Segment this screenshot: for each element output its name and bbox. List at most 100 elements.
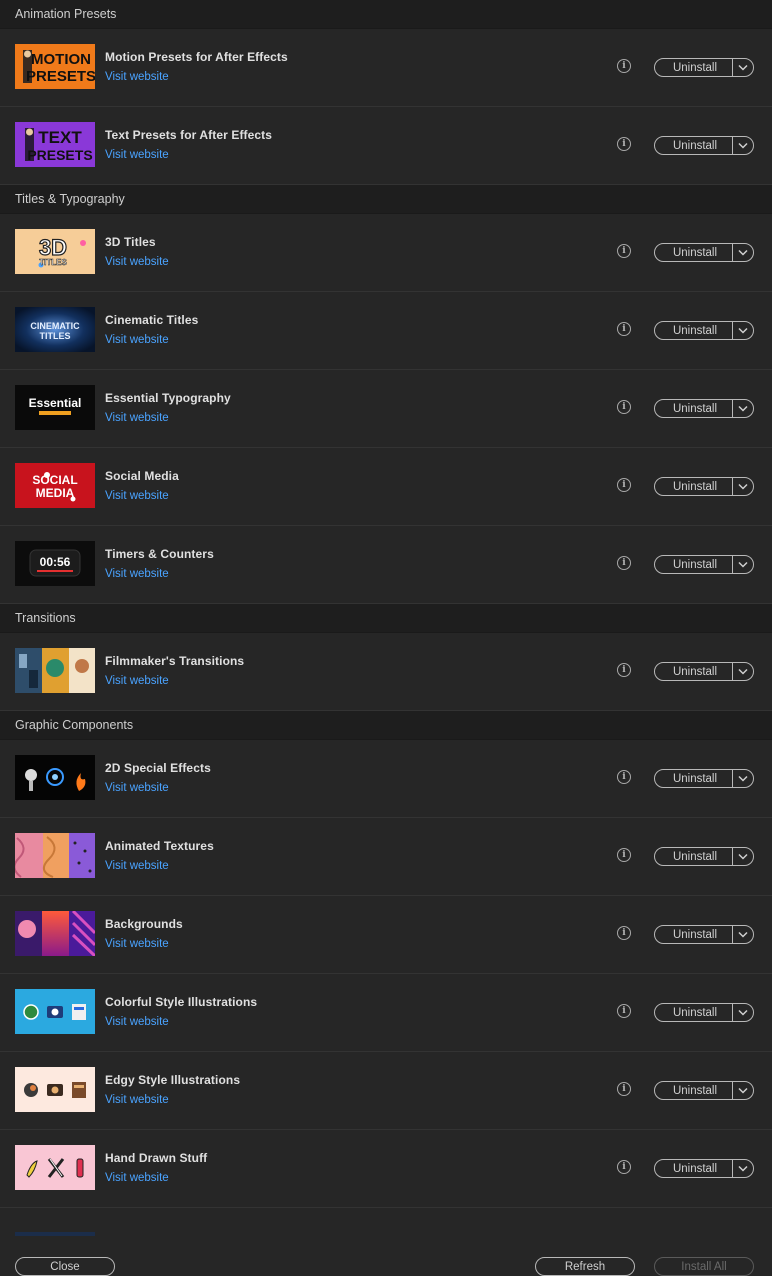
- extension-item-cinematic-titles: CINEMATIC TITLES Cinematic Titles Visit …: [0, 292, 772, 370]
- chevron-down-icon[interactable]: [732, 400, 753, 417]
- uninstall-button[interactable]: Uninstall: [655, 556, 732, 573]
- install-all-button: Install All: [654, 1257, 754, 1276]
- item-title: Motion Presets for After Effects: [105, 50, 288, 64]
- uninstall-button[interactable]: Uninstall: [655, 1004, 732, 1021]
- info-icon[interactable]: i: [617, 663, 631, 677]
- chevron-down-icon[interactable]: [732, 1082, 753, 1099]
- visit-website-link[interactable]: Visit website: [105, 256, 169, 268]
- section-header: Graphic Components: [0, 711, 772, 740]
- uninstall-button[interactable]: Uninstall: [655, 59, 732, 76]
- item-title: Social Media: [105, 469, 179, 483]
- item-title: Hand Drawn Stuff: [105, 1151, 208, 1165]
- info-icon[interactable]: i: [617, 1004, 631, 1018]
- item-title: Colorful Style Illustrations: [105, 995, 258, 1009]
- thumb-text-line-1: CINEMATIC: [30, 321, 80, 331]
- item-title: Cinematic Titles: [105, 313, 199, 327]
- uninstall-button[interactable]: Uninstall: [655, 1160, 732, 1177]
- info-icon[interactable]: i: [617, 478, 631, 492]
- info-icon[interactable]: i: [617, 1082, 631, 1096]
- thumb-text-line-1: 3D: [39, 235, 67, 260]
- visit-website-link[interactable]: Visit website: [105, 334, 198, 346]
- extension-item-text-presets: TEXT PRESETS Text Presets for After Effe…: [0, 107, 772, 185]
- thumbnail-motion-presets: MOTION PRESETS: [15, 44, 95, 89]
- extension-item-colorful-illustrations: Colorful Style Illustrations Visit websi…: [0, 974, 772, 1052]
- chevron-down-icon[interactable]: [732, 1004, 753, 1021]
- visit-website-link[interactable]: Visit website: [105, 1172, 207, 1184]
- close-button[interactable]: Close: [15, 1257, 115, 1276]
- visit-website-link[interactable]: Visit website: [105, 71, 288, 83]
- info-icon[interactable]: i: [617, 244, 631, 258]
- visit-website-link[interactable]: Visit website: [105, 1016, 257, 1028]
- info-icon[interactable]: i: [617, 770, 631, 784]
- uninstall-split-button: Uninstall: [654, 555, 754, 574]
- visit-website-link[interactable]: Visit website: [105, 412, 231, 424]
- info-icon[interactable]: i: [617, 556, 631, 570]
- visit-website-link[interactable]: Visit website: [105, 568, 214, 580]
- visit-website-link[interactable]: Visit website: [105, 149, 272, 161]
- visit-website-link[interactable]: Visit website: [105, 675, 244, 687]
- thumb-text-line-2: TITLES: [39, 258, 67, 267]
- extension-item-motion-presets: MOTION PRESETS Motion Presets for After …: [0, 29, 772, 107]
- info-icon[interactable]: i: [617, 400, 631, 414]
- uninstall-split-button: Uninstall: [654, 925, 754, 944]
- chevron-down-icon[interactable]: [732, 59, 753, 76]
- extension-item-filmmakers-transitions: Filmmaker's Transitions Visit website i …: [0, 633, 772, 711]
- item-title: Essential Typography: [105, 391, 231, 405]
- thumb-text-line-1: TEXT: [38, 128, 82, 147]
- info-icon[interactable]: i: [617, 322, 631, 336]
- info-icon[interactable]: i: [617, 1160, 631, 1174]
- chevron-down-icon[interactable]: [732, 244, 753, 261]
- chevron-down-icon[interactable]: [732, 556, 753, 573]
- uninstall-button[interactable]: Uninstall: [655, 926, 732, 943]
- info-icon[interactable]: i: [617, 59, 631, 73]
- extension-item-essential-typography: Essential Essential Typography Visit web…: [0, 370, 772, 448]
- uninstall-button[interactable]: Uninstall: [655, 1082, 732, 1099]
- thumbnail-animated-textures: [15, 833, 95, 878]
- thumbnail-edgy-illustrations: [15, 1067, 95, 1112]
- info-icon[interactable]: i: [617, 848, 631, 862]
- info-icon[interactable]: i: [617, 137, 631, 151]
- chevron-down-icon[interactable]: [732, 478, 753, 495]
- info-icon[interactable]: i: [617, 926, 631, 940]
- uninstall-button[interactable]: Uninstall: [655, 848, 732, 865]
- uninstall-button[interactable]: Uninstall: [655, 770, 732, 787]
- uninstall-button[interactable]: Uninstall: [655, 244, 732, 261]
- chevron-down-icon[interactable]: [732, 770, 753, 787]
- uninstall-button[interactable]: Uninstall: [655, 478, 732, 495]
- uninstall-split-button: Uninstall: [654, 847, 754, 866]
- uninstall-split-button: Uninstall: [654, 662, 754, 681]
- extension-list[interactable]: Animation Presets MOTION PRESETS Motion …: [0, 0, 772, 1236]
- visit-website-link[interactable]: Visit website: [105, 1094, 240, 1106]
- thumbnail-text-presets: TEXT PRESETS: [15, 122, 95, 167]
- thumbnail-essential-typography: Essential: [15, 385, 95, 430]
- thumb-text-line-2: PRESETS: [26, 68, 95, 85]
- chevron-down-icon[interactable]: [732, 1160, 753, 1177]
- visit-website-link[interactable]: Visit website: [105, 938, 183, 950]
- chevron-down-icon[interactable]: [732, 848, 753, 865]
- thumb-text-line-2: TITLES: [40, 331, 71, 341]
- chevron-down-icon[interactable]: [732, 926, 753, 943]
- item-title: 2D Special Effects: [105, 761, 211, 775]
- thumb-text-line-2: PRESETS: [27, 147, 92, 163]
- thumb-text-line-2: MEDIA: [36, 486, 75, 500]
- item-title: Backgrounds: [105, 917, 183, 931]
- chevron-down-icon[interactable]: [732, 322, 753, 339]
- uninstall-button[interactable]: Uninstall: [655, 322, 732, 339]
- chevron-down-icon[interactable]: [732, 663, 753, 680]
- extension-item-backgrounds: Backgrounds Visit website i Uninstall: [0, 896, 772, 974]
- visit-website-link[interactable]: Visit website: [105, 490, 179, 502]
- extension-item-timers-counters: 00:56 Timers & Counters Visit website i …: [0, 526, 772, 604]
- uninstall-split-button: Uninstall: [654, 1159, 754, 1178]
- thumbnail-filmmakers-transitions: [15, 648, 95, 693]
- uninstall-button[interactable]: Uninstall: [655, 663, 732, 680]
- uninstall-button[interactable]: Uninstall: [655, 400, 732, 417]
- thumb-text-line-1: MOTION: [31, 51, 91, 68]
- thumb-text-line-1: 00:56: [40, 555, 71, 569]
- visit-website-link[interactable]: Visit website: [105, 860, 214, 872]
- chevron-down-icon[interactable]: [732, 137, 753, 154]
- uninstall-button[interactable]: Uninstall: [655, 137, 732, 154]
- visit-website-link[interactable]: Visit website: [105, 782, 211, 794]
- thumbnail-social-media: SOCIAL MEDIA: [15, 463, 95, 508]
- uninstall-split-button: Uninstall: [654, 321, 754, 340]
- refresh-button[interactable]: Refresh: [535, 1257, 635, 1276]
